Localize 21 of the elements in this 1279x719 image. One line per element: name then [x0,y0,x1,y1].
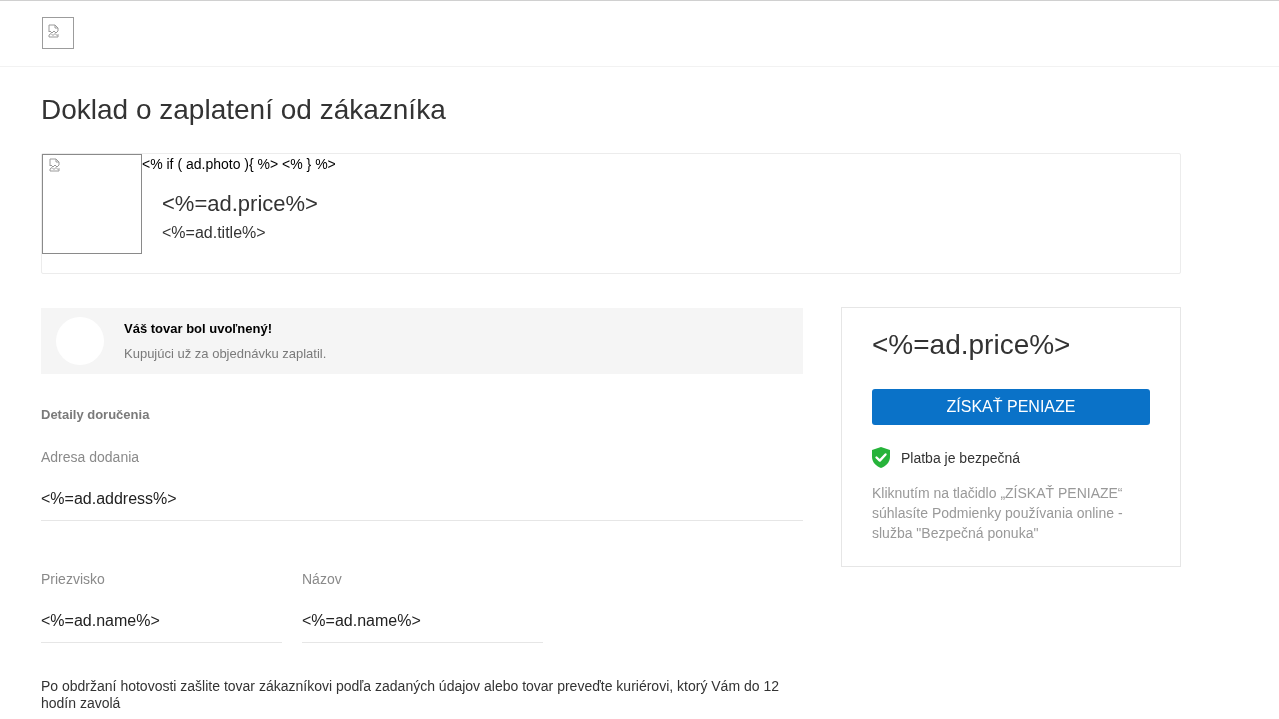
product-price: <%=ad.price%> [162,191,319,217]
get-money-button[interactable]: ZÍSKAŤ PENIAZE [872,389,1150,425]
secure-payment-text: Platba je bezpečná [901,448,1021,468]
broken-image-icon [47,24,61,38]
instructions-text: Po obdržaní hotovosti zašlite tovar zákazníkovi podľa zadaných údajov alebo tovar preveďte kuriérovi, ktorý Vám do 12 hodín zavolá [41,678,780,712]
payment-price: <%=ad.price%> [872,328,1072,362]
shield-check-icon [872,447,890,468]
address-field: <%=ad.address%> [41,467,803,521]
template-text: <% if ( ad.photo ){ %> <% } %> [142,156,336,172]
name-label: Priezvisko [41,570,106,589]
name-label: Názov [302,570,343,589]
notice-title: Váš tovar bol uvoľnený! [124,319,274,338]
page-title: Doklad o zaplatení od zákazníka [41,93,447,127]
delivery-heading: Detaily doručenia [41,406,151,424]
notice-message: Kupujúci už za objednávku zaplatil. [124,344,327,363]
terms-text: Kliknutím na tlačidlo „ZÍSKAŤ PENIAZE“ súhlasíte Podmienky používania online - služba "Bezpečná ponuka" [872,484,1124,543]
broken-image-icon [48,158,62,172]
name-field: <%=ad.name%> [302,589,543,643]
address-label: Adresa dodania [41,448,141,467]
product-title: <%=ad.title%> [162,224,267,242]
name-field: <%=ad.name%> [41,589,282,643]
